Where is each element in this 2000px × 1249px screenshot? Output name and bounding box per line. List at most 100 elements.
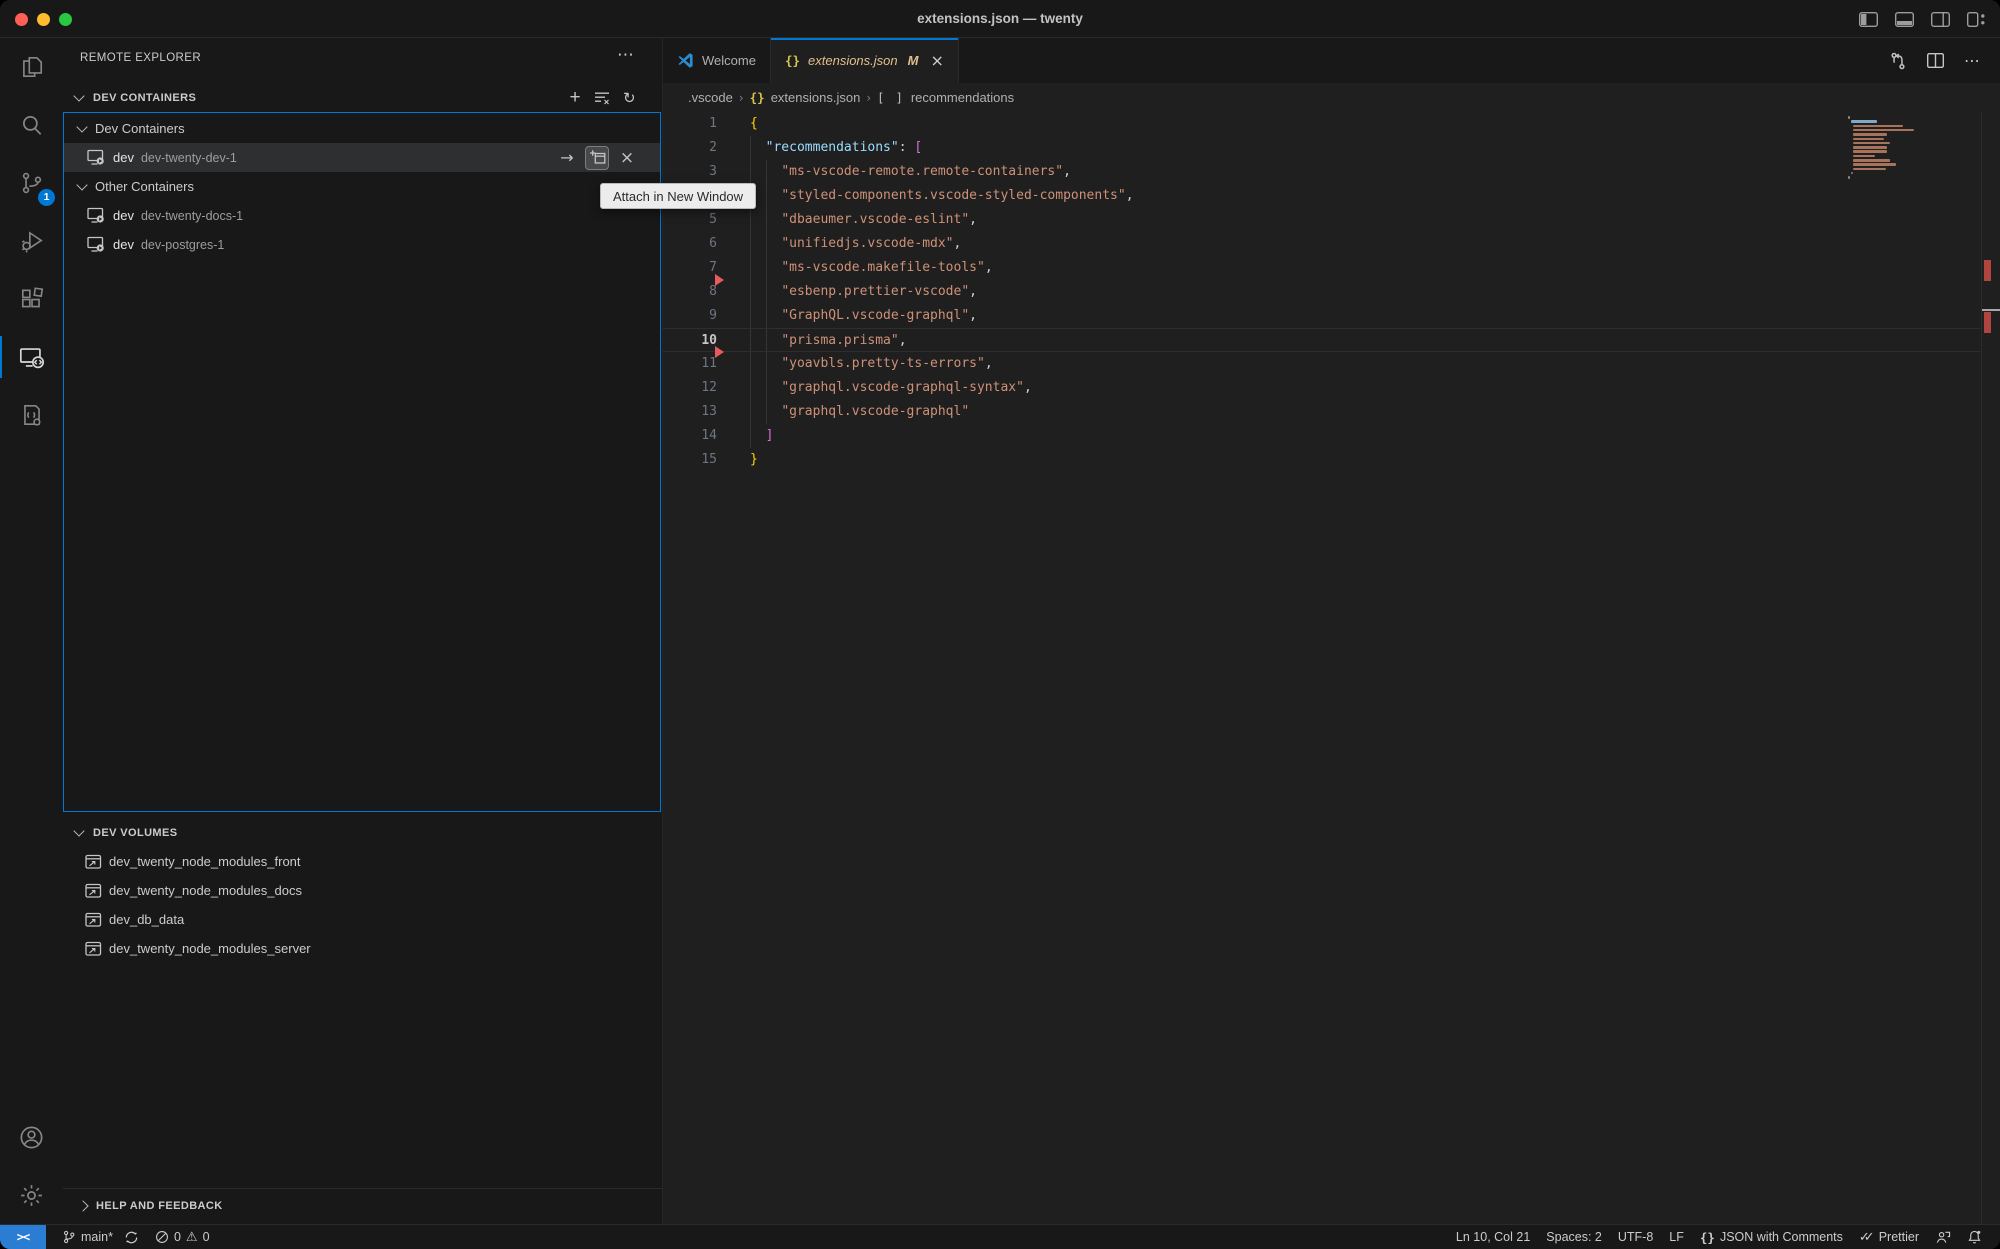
- container-icon: [87, 236, 106, 253]
- git-deleted-lines-marker[interactable]: [715, 274, 724, 286]
- problems-status-item[interactable]: 0 ⚠ 0: [147, 1225, 218, 1249]
- extensions-icon[interactable]: [0, 270, 63, 328]
- eol-item[interactable]: LF: [1661, 1225, 1692, 1249]
- volume-row-dev_db_data[interactable]: dev_db_data: [63, 905, 662, 934]
- tab-extensions-json[interactable]: {} extensions.json M ×: [771, 38, 959, 83]
- code-line-4[interactable]: 4 "styled-components.vscode-styled-compo…: [663, 184, 1980, 208]
- explorer-icon[interactable]: [0, 38, 63, 96]
- branch-status-item[interactable]: main*: [54, 1225, 147, 1249]
- chevron-down-icon: [76, 121, 87, 132]
- line-number: 15: [663, 448, 717, 472]
- container-row-dev-postgres-1[interactable]: dev dev-postgres-1: [63, 230, 661, 259]
- toggle-primary-sidebar-icon[interactable]: [1859, 12, 1878, 27]
- add-container-icon[interactable]: +: [570, 87, 582, 109]
- cursor-position-mark: [1982, 309, 2000, 311]
- code-line-15[interactable]: 15}: [663, 448, 1980, 472]
- code-line-6[interactable]: 6 "unifiedjs.vscode-mdx",: [663, 232, 1980, 256]
- code-line-3[interactable]: 3 "ms-vscode-remote.remote-containers",: [663, 160, 1980, 184]
- split-editor-icon[interactable]: [1927, 53, 1944, 68]
- clear-list-icon[interactable]: [594, 91, 610, 105]
- overview-ruler[interactable]: [1981, 112, 2000, 1224]
- chevron-down-icon: [73, 825, 84, 836]
- customize-layout-icon[interactable]: [1967, 12, 1986, 27]
- breadcrumb-folder[interactable]: .vscode: [688, 90, 733, 105]
- code-line-2[interactable]: 2 "recommendations": [: [663, 136, 1980, 160]
- remote-explorer-icon[interactable]: [0, 328, 63, 386]
- volume-icon: [85, 854, 102, 870]
- code-line-10[interactable]: 10 "prisma.prisma",: [663, 328, 1980, 352]
- container-description: dev-twenty-dev-1: [141, 151, 237, 165]
- status-bar: >< main* 0 ⚠ 0 Ln 10, Col 21 Spaces: 2 U…: [0, 1224, 2000, 1249]
- minimap-line: [1853, 155, 1874, 158]
- minimap-line: [1851, 120, 1878, 123]
- sync-icon[interactable]: [124, 1230, 139, 1245]
- minimap-line: [1853, 138, 1884, 141]
- toggle-secondary-sidebar-icon[interactable]: [1931, 12, 1950, 27]
- dev-volumes-list: dev_twenty_node_modules_frontdev_twenty_…: [63, 847, 662, 963]
- minimap-line: [1848, 176, 1850, 179]
- minimap-line: [1853, 159, 1889, 162]
- code-line-1[interactable]: 1{: [663, 112, 1980, 136]
- breadcrumb-file[interactable]: extensions.json: [771, 90, 861, 105]
- code-line-8[interactable]: 8 "esbenp.prettier-vscode",: [663, 280, 1980, 304]
- json-file-icon: {}: [785, 53, 800, 68]
- remote-indicator[interactable]: ><: [0, 1225, 46, 1249]
- container-row-dev-twenty-dev-1[interactable]: devdev-twenty-dev-1→×: [63, 143, 661, 172]
- stop-container-icon[interactable]: ×: [615, 146, 639, 170]
- language-mode-item[interactable]: {} JSON with Comments: [1692, 1225, 1851, 1249]
- indentation-item[interactable]: Spaces: 2: [1538, 1225, 1610, 1249]
- refresh-icon[interactable]: ↻: [623, 89, 636, 107]
- run-and-debug-icon[interactable]: [0, 212, 63, 270]
- container-name: dev: [113, 237, 134, 252]
- dev-containers-section-header[interactable]: DEV CONTAINERS + ↻: [63, 83, 662, 112]
- encoding-item[interactable]: UTF-8: [1610, 1225, 1661, 1249]
- tab-label: Welcome: [702, 53, 756, 68]
- volume-row-dev_twenty_node_modules_front[interactable]: dev_twenty_node_modules_front: [63, 847, 662, 876]
- notifications-bell-icon[interactable]: [1959, 1225, 1990, 1249]
- line-number: 8: [663, 280, 717, 304]
- search-icon[interactable]: [0, 96, 63, 154]
- attach-in-current-window-icon[interactable]: →: [555, 146, 579, 170]
- editor-group: Welcome {} extensions.json M × ⋯ .vscode…: [663, 38, 2000, 1224]
- tree-group-other-containers[interactable]: Other Containers: [63, 172, 661, 201]
- code-line-7[interactable]: 7 "ms-vscode.makefile-tools",: [663, 256, 1980, 280]
- tab-bar: Welcome {} extensions.json M × ⋯: [663, 38, 2000, 84]
- help-and-feedback-section[interactable]: HELP AND FEEDBACK: [63, 1188, 662, 1223]
- code-line-5[interactable]: 5 "dbaeumer.vscode-eslint",: [663, 208, 1980, 232]
- settings-gear-icon[interactable]: [0, 1166, 63, 1224]
- volume-row-dev_twenty_node_modules_server[interactable]: dev_twenty_node_modules_server: [63, 934, 662, 963]
- minimap-line: [1853, 150, 1887, 153]
- code-editor[interactable]: 1{2 "recommendations": [3 "ms-vscode-rem…: [663, 112, 2000, 1224]
- code-line-9[interactable]: 9 "GraphQL.vscode-graphql",: [663, 304, 1980, 328]
- open-changes-icon[interactable]: [1889, 52, 1907, 70]
- sidebar-more-actions-icon[interactable]: ⋯: [617, 45, 634, 65]
- minimap-line: [1853, 133, 1887, 136]
- dev-volumes-section-header[interactable]: DEV VOLUMES: [63, 818, 662, 847]
- attach-in-new-window-icon[interactable]: [585, 146, 609, 170]
- tab-welcome[interactable]: Welcome: [663, 38, 771, 83]
- feedback-icon[interactable]: [1927, 1225, 1959, 1249]
- code-line-13[interactable]: 13 "graphql.vscode-graphql": [663, 400, 1980, 424]
- formatter-item[interactable]: ✓✓ Prettier: [1851, 1225, 1927, 1249]
- more-actions-icon[interactable]: ⋯: [1964, 51, 1980, 70]
- code-line-11[interactable]: 11 "yoavbls.pretty-ts-errors",: [663, 352, 1980, 376]
- code-line-14[interactable]: 14 ]: [663, 424, 1980, 448]
- tree-group-dev-containers[interactable]: Dev Containers: [63, 114, 661, 143]
- line-number: 12: [663, 376, 717, 400]
- warning-count: 0: [203, 1230, 210, 1244]
- cursor-position-item[interactable]: Ln 10, Col 21: [1448, 1225, 1538, 1249]
- toggle-panel-icon[interactable]: [1895, 12, 1914, 27]
- array-symbol-icon: [ ]: [877, 91, 905, 105]
- breadcrumb-symbol[interactable]: recommendations: [911, 90, 1014, 105]
- close-tab-icon[interactable]: ×: [930, 51, 943, 70]
- container-tools-icon[interactable]: [0, 386, 63, 444]
- container-description: dev-postgres-1: [141, 238, 224, 252]
- volume-row-dev_twenty_node_modules_docs[interactable]: dev_twenty_node_modules_docs: [63, 876, 662, 905]
- source-control-icon[interactable]: 1: [0, 154, 63, 212]
- code-line-12[interactable]: 12 "graphql.vscode-graphql-syntax",: [663, 376, 1980, 400]
- git-deleted-lines-marker[interactable]: [715, 346, 724, 358]
- accounts-icon[interactable]: [0, 1108, 63, 1166]
- line-number: 5: [663, 208, 717, 232]
- container-row-dev-twenty-docs-1[interactable]: devdev-twenty-docs-1: [63, 201, 661, 230]
- warnings-icon: ⚠: [186, 1230, 198, 1245]
